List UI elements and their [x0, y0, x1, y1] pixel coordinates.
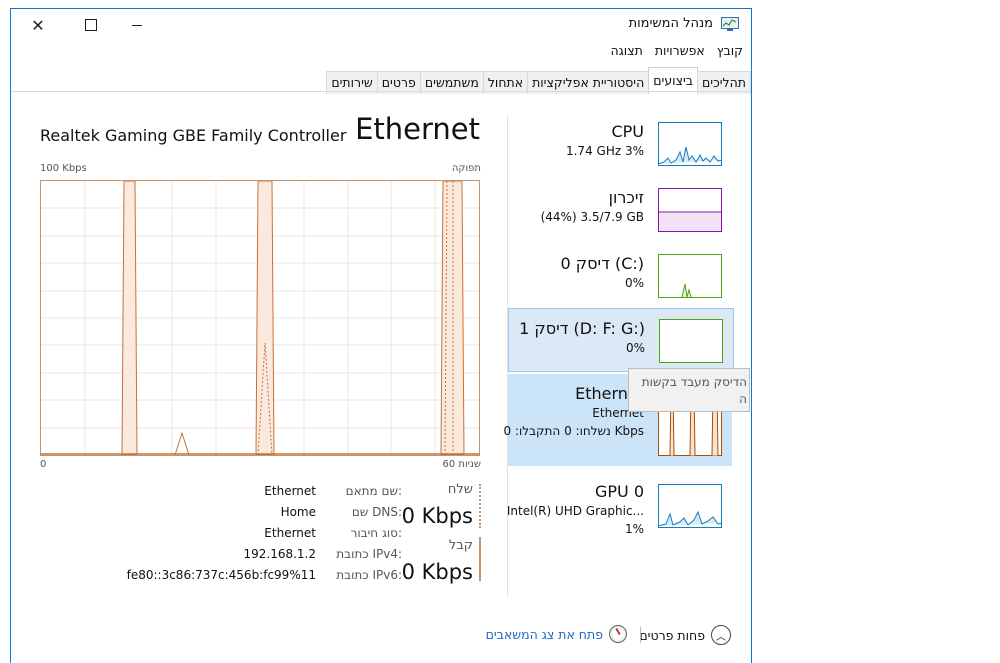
close-button[interactable]: ✕	[15, 9, 61, 41]
info-value: Ethernet	[264, 526, 316, 540]
info-value: 192.168.1.2	[243, 547, 316, 561]
cpu-mini-graph	[658, 122, 722, 166]
send-label: שלח	[447, 482, 473, 497]
send-indicator	[479, 484, 481, 528]
footer-separator	[640, 627, 641, 643]
receive-indicator	[479, 537, 481, 581]
receive-value: 0 Kbps	[401, 560, 473, 584]
ethernet-detail-panel: Realtek Gaming GBE Family Controller Eth…	[11, 92, 506, 612]
open-resource-monitor-label: פתח את צג המשאבים	[485, 626, 603, 642]
resource-title: זיכרון	[608, 188, 644, 207]
resource-sub-traffic: נשלחו: 0 התקבלו: 0 Kbps	[503, 424, 645, 438]
info-row-ipv4: כתובת IPv4: 192.168.1.2	[42, 547, 402, 565]
minimize-button[interactable]	[114, 9, 160, 41]
window-title: מנהל המשימות	[628, 16, 713, 31]
resource-disk-0[interactable]: דיסק 0 (C:) 0%	[508, 244, 732, 306]
receive-label: קבל	[448, 538, 473, 553]
memory-mini-graph	[658, 188, 722, 232]
footer-bar: ︿ פחות פרטים פתח את צג המשאבים	[11, 617, 751, 647]
tab-performance[interactable]: ביצועים	[648, 67, 699, 94]
send-receive-stats: שלח 0 Kbps קבל 0 Kbps	[401, 482, 481, 592]
info-label: כתובת IPv4:	[336, 547, 402, 561]
menu-options[interactable]: אפשרויות	[655, 43, 705, 63]
maximize-button[interactable]	[68, 9, 114, 41]
info-label: שם מתאם:	[345, 484, 402, 498]
disk-tooltip: הדיסק מעבד בקשות ה	[628, 368, 750, 412]
disk-1-mini-graph	[659, 319, 723, 363]
resource-sub: (44%) 3.5/7.9 GB	[540, 210, 644, 224]
tooltip-line-2: ה	[739, 392, 747, 406]
tooltip-line-1: הדיסק מעבד בקשות	[641, 375, 747, 389]
throughput-graph	[40, 180, 480, 456]
resource-title: דיסק 0 (C:)	[560, 254, 644, 273]
resource-memory[interactable]: זיכרון (44%) 3.5/7.9 GB	[508, 178, 732, 240]
close-icon: ✕	[31, 15, 45, 35]
info-row-connection: סוג חיבור: Ethernet	[42, 526, 402, 544]
menu-bar: קובץ אפשרויות תצוגה	[610, 43, 743, 63]
title-bar: ✕ מנהל המשימות	[11, 9, 751, 41]
info-value: fe80::3c86:737c:456b:fc99%11	[126, 568, 316, 582]
info-label: סוג חיבור:	[350, 526, 402, 540]
send-value: 0 Kbps	[401, 504, 473, 528]
detail-title: Ethernet	[355, 112, 480, 146]
resource-title: CPU	[611, 122, 644, 141]
disk-0-mini-graph	[658, 254, 722, 298]
resource-title: GPU 0	[594, 482, 644, 501]
chevron-up-icon: ︿	[711, 625, 731, 645]
resource-sub: 0%	[625, 341, 645, 355]
resource-disk-1[interactable]: דיסק 1 (D: F: G:) 0%	[508, 308, 734, 372]
axis-throughput-label: תפוקה	[451, 163, 481, 174]
task-manager-app-icon	[721, 17, 739, 31]
resource-cpu[interactable]: CPU 1.74 GHz 3%	[508, 112, 732, 174]
axis-max-label: 100 Kbps	[40, 163, 87, 174]
resource-sub: 1.74 GHz 3%	[565, 144, 644, 158]
resource-sub: 0%	[624, 276, 644, 290]
maximize-icon	[85, 19, 97, 31]
info-label: כתובת IPv6:	[336, 568, 402, 582]
info-row-ipv6: כתובת IPv6: fe80::3c86:737c:456b:fc99%11	[42, 568, 402, 586]
info-value: Ethernet	[264, 484, 316, 498]
resource-title: דיסק 1 (D: F: G:)	[519, 319, 645, 338]
info-row-adapter: שם מתאם: Ethernet	[42, 484, 402, 502]
info-row-dns: שם DNS: Home	[42, 505, 402, 523]
resource-list: CPU 1.74 GHz 3% זיכרון (44%) 3.5/7.9 GB …	[504, 104, 751, 604]
adapter-name: Realtek Gaming GBE Family Controller	[40, 126, 347, 145]
resource-sub: Intel(R) UHD Graphic...	[506, 504, 644, 518]
info-value: Home	[280, 505, 316, 519]
fewer-details-button[interactable]: ︿ פחות פרטים	[639, 625, 731, 645]
minimize-icon	[132, 24, 142, 26]
menu-view[interactable]: תצוגה	[610, 43, 642, 63]
gpu-mini-graph	[658, 484, 722, 528]
resource-gpu[interactable]: GPU 0 Intel(R) UHD Graphic... 1%	[506, 472, 732, 536]
resource-sub-usage: 1%	[624, 522, 644, 536]
info-label: שם DNS:	[351, 505, 402, 519]
menu-file[interactable]: קובץ	[717, 43, 743, 63]
task-manager-window: ✕ מנהל המשימות קובץ אפשרויות תצוגה תהליכ…	[10, 8, 752, 663]
axis-time-label: 60 שניות	[442, 459, 481, 470]
open-resource-monitor-link[interactable]: פתח את צג המשאבים	[486, 625, 627, 643]
tab-bar: תהליכים ביצועים היסטוריית אפליקציות אתחו…	[326, 67, 751, 94]
resource-monitor-icon	[609, 625, 627, 643]
fewer-details-label: פחות פרטים	[639, 627, 705, 643]
axis-min-label: 0	[40, 459, 47, 470]
